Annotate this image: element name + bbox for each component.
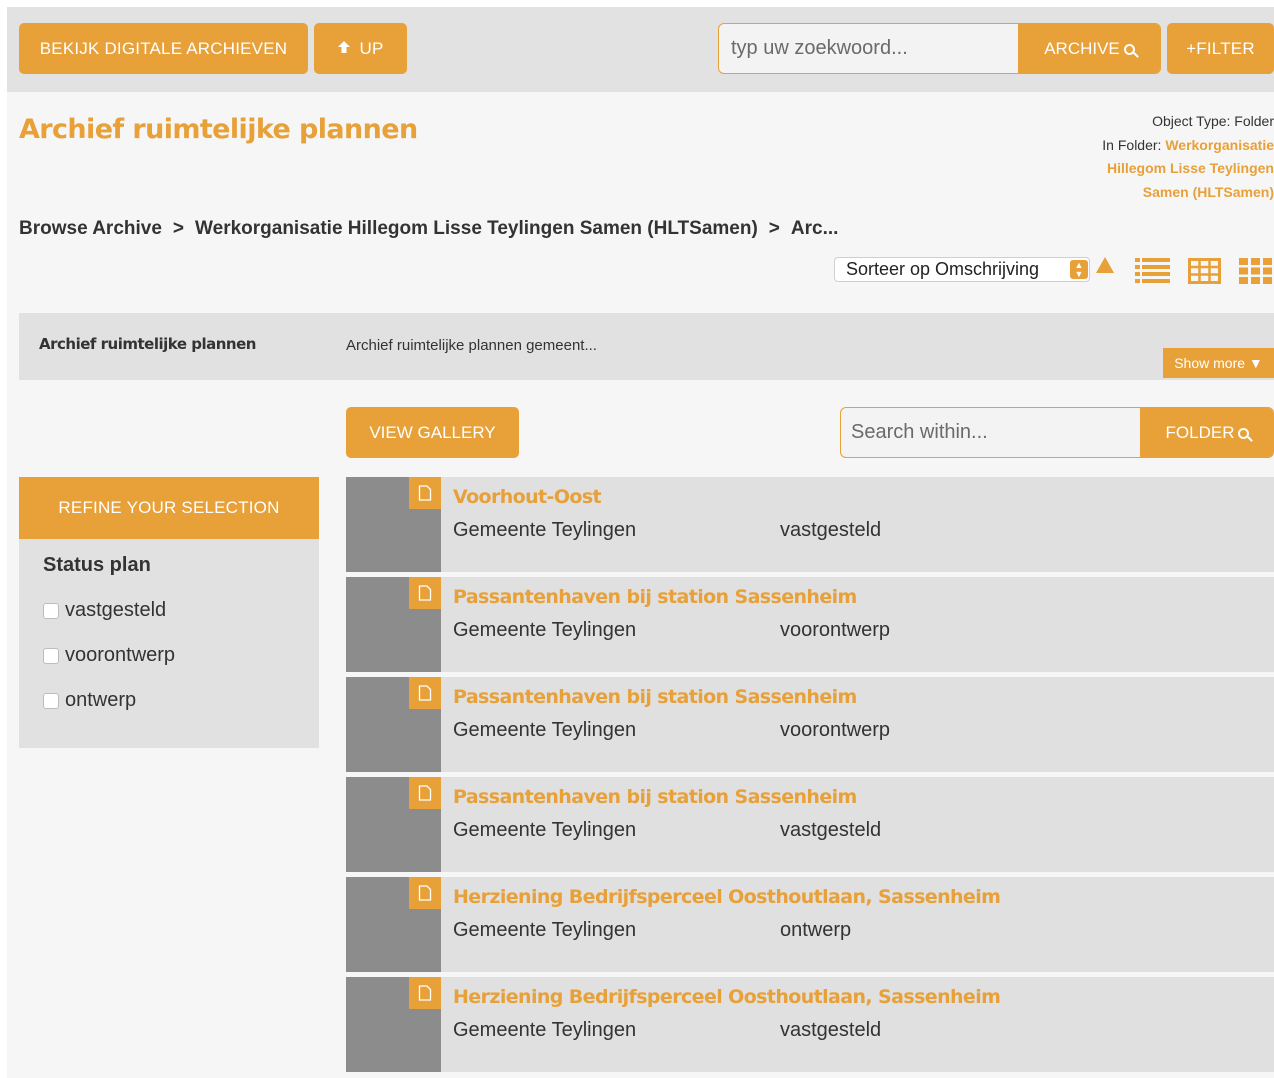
result-status: ontwerp <box>780 919 852 941</box>
view-gallery-label: VIEW GALLERY <box>369 422 496 442</box>
breadcrumb-current: Arc... <box>790 218 839 239</box>
archive-search-button[interactable]: ARCHIVE <box>1018 24 1160 73</box>
facet-option-voorontwerp[interactable]: voorontwerp <box>43 644 175 667</box>
up-button[interactable]: UP <box>314 23 407 74</box>
result-row[interactable]: Herziening Bedrijfsperceel Oosthoutlaan,… <box>346 977 1274 1072</box>
result-title[interactable]: Herziening Bedrijfsperceel Oosthoutlaan,… <box>453 986 1001 1008</box>
facet-checkbox[interactable] <box>43 602 59 619</box>
facet-checkbox[interactable] <box>43 647 59 664</box>
file-icon <box>409 977 441 1009</box>
result-row[interactable]: Passantenhaven bij station Sassenheim Ge… <box>346 777 1274 872</box>
sort-caret-icon: ▲ ▼ <box>1070 260 1088 279</box>
facet-option-vastgesteld[interactable]: vastgesteld <box>43 599 166 622</box>
folder-description: Archief ruimtelijke plannen Archief ruim… <box>19 313 1274 380</box>
facet-checkbox[interactable] <box>43 692 59 709</box>
breadcrumb-separator: > <box>172 218 185 239</box>
up-label: UP <box>359 38 384 58</box>
page: BEKIJK DIGITALE ARCHIEVEN UP ARCHIVE +FI… <box>7 7 1274 1078</box>
sort-select[interactable]: Sorteer op Omschrijving ▲ ▼ <box>834 257 1090 282</box>
sort-ascending-icon[interactable] <box>1096 257 1114 273</box>
search-within-input[interactable] <box>841 408 1140 457</box>
folder-search-label: FOLDER <box>1165 422 1235 442</box>
result-organisation: Gemeente Teylingen <box>453 719 637 741</box>
file-icon <box>409 677 441 709</box>
facet-title: Status plan <box>43 554 151 576</box>
result-row[interactable]: Voorhout-Oost Gemeente Teylingen vastges… <box>346 477 1274 572</box>
file-icon <box>409 777 441 809</box>
search-icon <box>1238 428 1250 439</box>
keyword-search-input[interactable] <box>719 24 1018 73</box>
file-icon <box>409 577 441 609</box>
file-icon <box>409 477 441 509</box>
object-type: Object Type: Folder <box>1152 113 1274 129</box>
view-gallery-button[interactable]: VIEW GALLERY <box>346 407 519 458</box>
result-organisation: Gemeente Teylingen <box>453 519 637 541</box>
filter-label: +FILTER <box>1186 38 1255 58</box>
result-organisation: Gemeente Teylingen <box>453 619 637 641</box>
digital-archives-button[interactable]: BEKIJK DIGITALE ARCHIEVEN <box>19 23 308 74</box>
folder-search: FOLDER <box>840 407 1274 458</box>
result-title[interactable]: Passantenhaven bij station Sassenheim <box>453 686 857 708</box>
result-row[interactable]: Passantenhaven bij station Sassenheim Ge… <box>346 677 1274 772</box>
object-meta: Object Type: Folder In Folder: Werkorgan… <box>1074 110 1274 204</box>
description-text: Archief ruimtelijke plannen gemeent... <box>346 337 597 354</box>
in-folder: In Folder: Werkorganisatie Hillegom Liss… <box>1074 134 1274 205</box>
arrow-up-icon <box>337 40 351 58</box>
in-folder-label: In Folder: <box>1102 136 1162 153</box>
result-status: voorontwerp <box>780 719 891 741</box>
result-organisation: Gemeente Teylingen <box>453 1019 637 1041</box>
result-organisation: Gemeente Teylingen <box>453 919 637 941</box>
archive-search-label: ARCHIVE <box>1044 38 1120 58</box>
result-title[interactable]: Passantenhaven bij station Sassenheim <box>453 586 857 608</box>
grid-view-icon[interactable] <box>1238 257 1274 285</box>
search-icon <box>1123 44 1135 55</box>
description-title: Archief ruimtelijke plannen <box>39 335 256 353</box>
result-status: voorontwerp <box>780 619 891 641</box>
file-icon <box>409 877 441 909</box>
result-status: vastgesteld <box>780 519 882 541</box>
folder-search-button[interactable]: FOLDER <box>1140 408 1273 457</box>
breadcrumb: Browse Archive > Werkorganisatie Hillegom … <box>19 218 838 240</box>
result-status: vastgesteld <box>780 1019 882 1041</box>
breadcrumb-browse-archive[interactable]: Browse Archive <box>19 218 162 239</box>
breadcrumb-separator: > <box>768 218 780 239</box>
top-bar: BEKIJK DIGITALE ARCHIEVEN UP ARCHIVE +FI… <box>7 7 1274 92</box>
result-organisation: Gemeente Teylingen <box>453 819 637 841</box>
result-title[interactable]: Passantenhaven bij station Sassenheim <box>453 786 857 808</box>
facet-option-label: ontwerp <box>65 689 137 711</box>
facet-option-label: voorontwerp <box>65 644 176 666</box>
facet-option-ontwerp[interactable]: ontwerp <box>43 689 136 712</box>
digital-archives-label: BEKIJK DIGITALE ARCHIEVEN <box>39 38 288 58</box>
result-row[interactable]: Herziening Bedrijfsperceel Oosthoutlaan,… <box>346 877 1274 972</box>
sort-selected-label: Sorteer op Omschrijving <box>846 259 1040 279</box>
refine-header: REFINE YOUR SELECTION <box>19 477 319 539</box>
result-status: vastgesteld <box>780 819 882 841</box>
refine-panel: REFINE YOUR SELECTION Status plan vastge… <box>19 477 319 748</box>
page-title: Archief ruimtelijke plannen <box>19 114 418 145</box>
table-view-icon[interactable] <box>1188 257 1224 285</box>
archive-search: ARCHIVE <box>718 23 1161 74</box>
result-title[interactable]: Herziening Bedrijfsperceel Oosthoutlaan,… <box>453 886 1001 908</box>
facet-option-label: vastgesteld <box>65 599 167 621</box>
result-title[interactable]: Voorhout-Oost <box>453 486 602 508</box>
list-view-icon[interactable] <box>1135 257 1171 285</box>
filter-button[interactable]: +FILTER <box>1167 23 1274 74</box>
breadcrumb-organisation[interactable]: Werkorganisatie Hillegom Lisse Teylingen… <box>195 218 758 239</box>
show-more-button[interactable]: Show more ▼ <box>1163 348 1274 378</box>
result-row[interactable]: Passantenhaven bij station Sassenheim Ge… <box>346 577 1274 672</box>
